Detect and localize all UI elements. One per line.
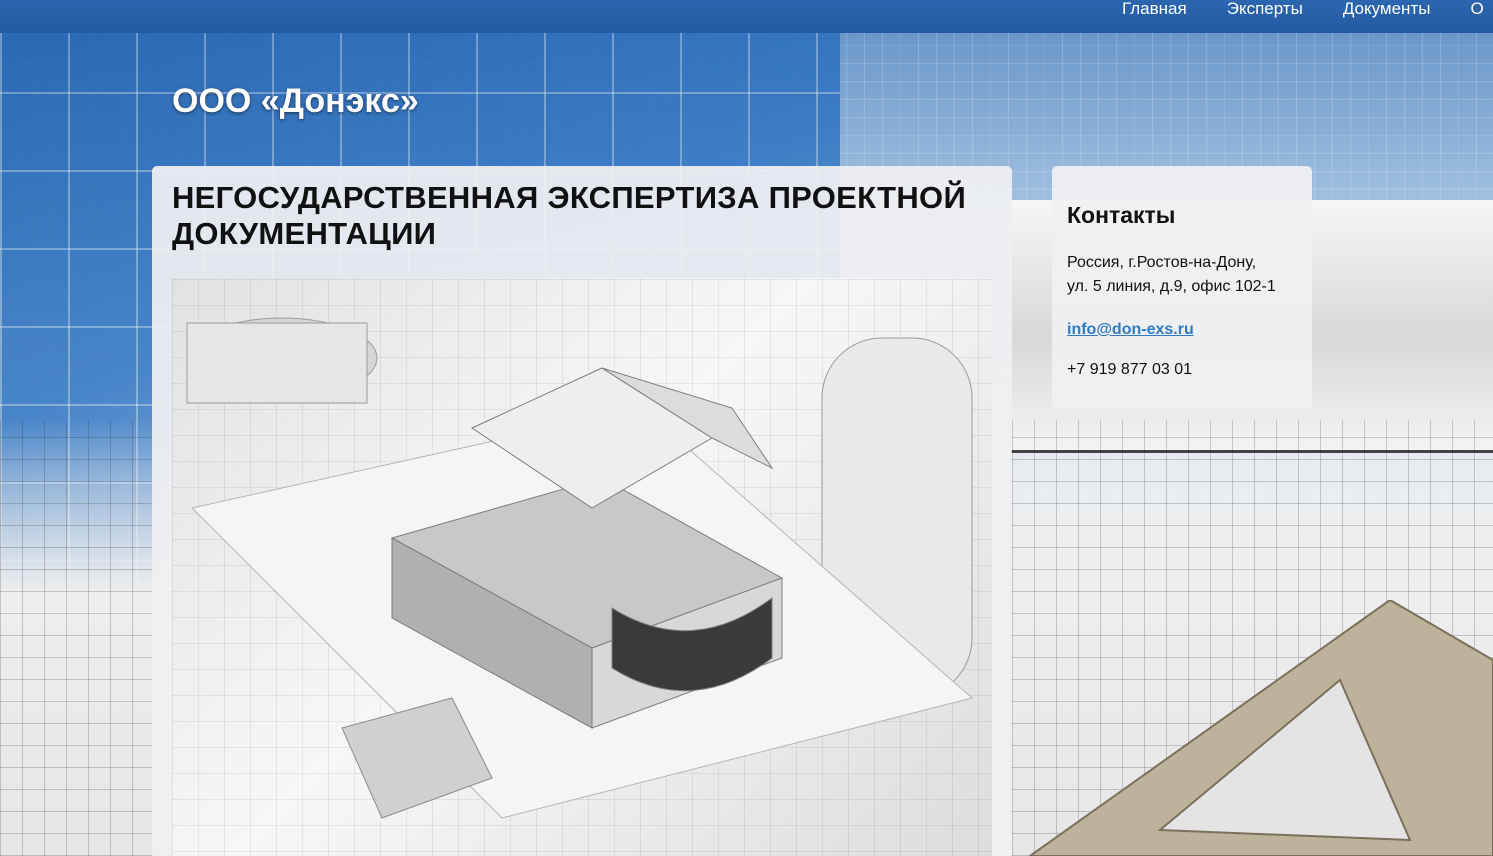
site-title[interactable]: ООО «Донэкс» bbox=[172, 82, 419, 121]
main-content-panel: НЕГОСУДАРСТВЕННАЯ ЭКСПЕРТИЗА ПРОЕКТНОЙ Д… bbox=[152, 166, 1012, 856]
page-heading: НЕГОСУДАРСТВЕННАЯ ЭКСПЕРТИЗА ПРОЕКТНОЙ Д… bbox=[172, 180, 967, 251]
address-line-1: Россия, г.Ростов-на-Дону, bbox=[1067, 254, 1257, 271]
address-line-2: ул. 5 линия, д.9, офис 102-1 bbox=[1067, 278, 1276, 295]
main-menu: Главная Эксперты Документы О bbox=[1122, 0, 1493, 18]
contact-email-link[interactable]: info@don-exs.ru bbox=[1067, 321, 1297, 339]
nav-item-experts[interactable]: Эксперты bbox=[1227, 0, 1343, 18]
contact-address: Россия, г.Ростов-на-Дону, ул. 5 линия, д… bbox=[1067, 251, 1297, 299]
house-model-illustration bbox=[186, 317, 974, 819]
contacts-heading: Контакты bbox=[1067, 202, 1176, 228]
hero-image bbox=[172, 278, 992, 856]
nav-item-documents[interactable]: Документы bbox=[1343, 0, 1471, 18]
top-navigation-bar: Главная Эксперты Документы О bbox=[0, 0, 1493, 33]
nav-item-about[interactable]: О bbox=[1470, 0, 1493, 18]
background-set-square bbox=[1028, 600, 1493, 856]
nav-item-home[interactable]: Главная bbox=[1122, 0, 1227, 18]
contacts-panel: Контакты Россия, г.Ростов-на-Дону, ул. 5… bbox=[1052, 166, 1312, 408]
contact-phone: +7 919 877 03 01 bbox=[1067, 361, 1193, 378]
